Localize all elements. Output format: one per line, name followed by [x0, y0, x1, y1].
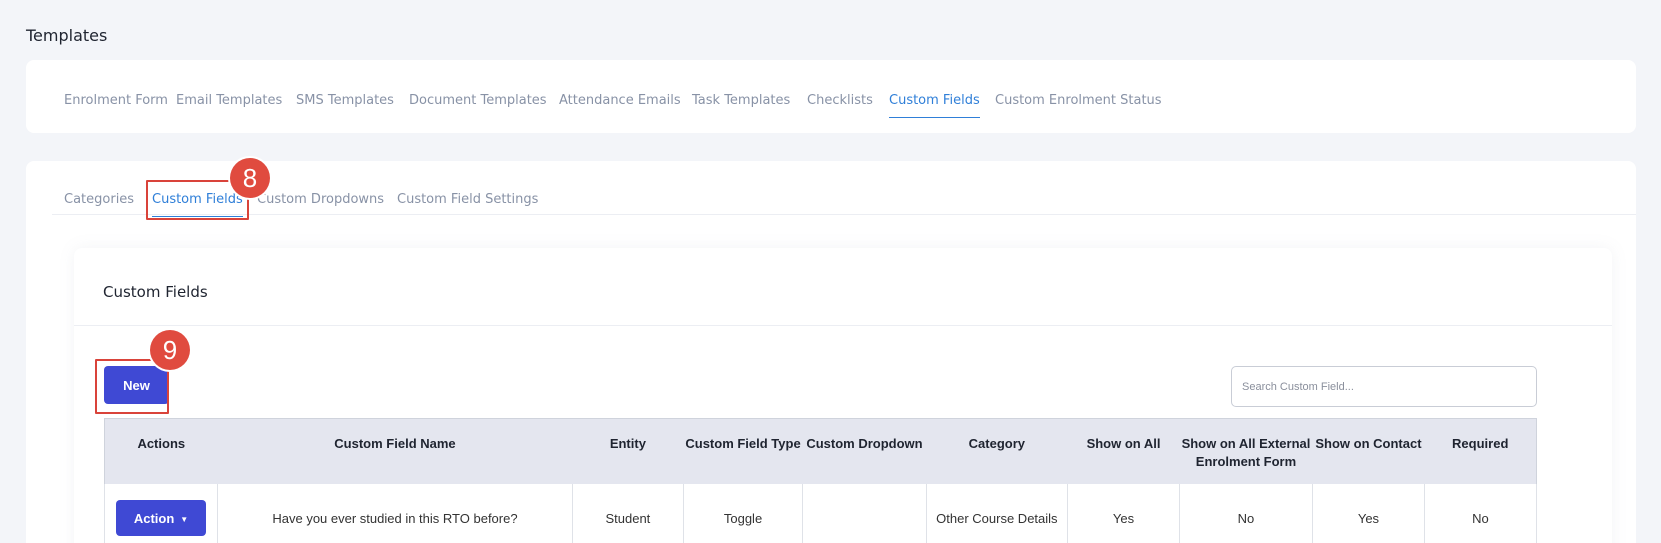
cell-actions: Action ▼ [103, 483, 219, 543]
subtab-divider [52, 214, 1636, 215]
caret-down-icon: ▼ [180, 514, 189, 524]
tab-attendance-emails[interactable]: Attendance Emails [559, 93, 681, 117]
action-label: Action [133, 510, 175, 526]
col-header-name[interactable]: Custom Field Name [217, 418, 573, 484]
step-9-highlight [95, 359, 169, 414]
action-dropdown-button[interactable]: Action ▼ [116, 500, 207, 537]
step-8-badge: 8 [230, 158, 270, 198]
tab-document-templates[interactable]: Document Templates [409, 93, 547, 117]
cell-type: Toggle [682, 483, 804, 543]
custom-fields-table: Actions Custom Field Name Entity Custom … [103, 418, 1538, 543]
custom-fields-card: Categories Custom Fields Custom Dropdown… [26, 158, 1636, 543]
tab-checklists[interactable]: Checklists [807, 93, 873, 117]
tab-enrolment-form[interactable]: Enrolment Form [64, 93, 168, 117]
subtab-custom-dropdowns[interactable]: Custom Dropdowns [257, 192, 384, 216]
template-tabs-card: Enrolment Form Email Templates SMS Templ… [26, 60, 1636, 133]
tab-sms-templates[interactable]: SMS Templates [296, 93, 394, 117]
subtab-custom-field-settings[interactable]: Custom Field Settings [397, 192, 538, 216]
custom-fields-panel: Custom Fields New 9 Actions Custom Field… [74, 248, 1612, 543]
table-row: Action ▼ Have you ever studied in this RT… [103, 483, 1538, 543]
panel-title: Custom Fields [103, 283, 208, 301]
col-header-show-contact[interactable]: Show on Contact [1312, 418, 1425, 484]
tab-task-templates[interactable]: Task Templates [692, 93, 790, 117]
cell-show-contact: Yes [1311, 483, 1425, 543]
subtab-categories[interactable]: Categories [64, 192, 134, 216]
tab-email-templates[interactable]: Email Templates [176, 93, 282, 117]
cell-required: No [1423, 483, 1538, 543]
cell-category: Other Course Details [925, 483, 1069, 543]
col-header-show-external[interactable]: Show on All External Enrolment Form [1179, 418, 1313, 484]
search-input[interactable] [1231, 366, 1537, 407]
tab-custom-fields[interactable]: Custom Fields [889, 93, 980, 118]
col-header-type[interactable]: Custom Field Type [683, 418, 803, 484]
col-header-actions[interactable]: Actions [104, 418, 218, 484]
col-header-category[interactable]: Category [926, 418, 1068, 484]
step-9-badge: 9 [150, 330, 190, 370]
tab-custom-enrolment-status[interactable]: Custom Enrolment Status [995, 93, 1162, 117]
cell-entity: Student [571, 483, 684, 543]
cell-dropdown [802, 483, 927, 543]
col-header-show-all[interactable]: Show on All [1067, 418, 1180, 484]
cell-name: Have you ever studied in this RTO before… [217, 483, 573, 543]
cell-show-external: No [1179, 483, 1313, 543]
col-header-required[interactable]: Required [1424, 418, 1537, 484]
cell-show-all: Yes [1067, 483, 1181, 543]
table-header-row: Actions Custom Field Name Entity Custom … [104, 418, 1537, 484]
page-title: Templates [26, 26, 108, 45]
col-header-entity[interactable]: Entity [572, 418, 684, 484]
col-header-dropdown[interactable]: Custom Dropdown [802, 418, 927, 484]
panel-divider [74, 325, 1612, 326]
